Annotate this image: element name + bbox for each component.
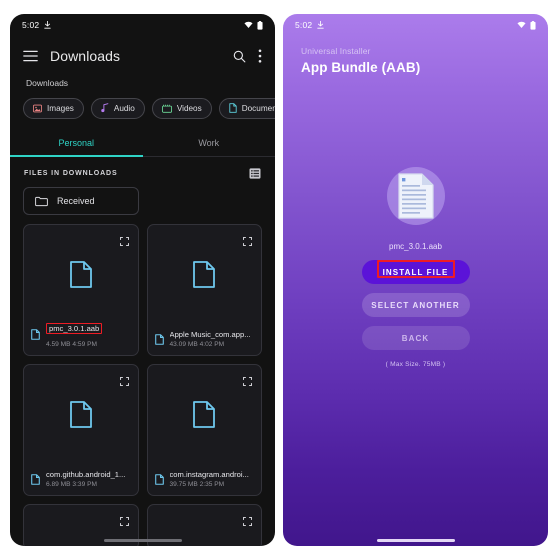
battery-icon: [530, 20, 536, 30]
file-name: com.github.android_1...: [46, 470, 126, 479]
folder-label: Received: [57, 196, 95, 206]
file-size: 39.75 MB: [169, 481, 198, 488]
installer-subtitle: Universal Installer: [301, 46, 371, 56]
file-meta: 39.75 MB 2:35 PM: [170, 481, 256, 488]
tab-personal[interactable]: Personal: [10, 131, 143, 156]
left-status-bar: 5:02: [10, 14, 275, 36]
installer-header: Universal Installer App Bundle (AAB): [283, 36, 548, 75]
tab-bar[interactable]: Personal Work: [10, 131, 275, 157]
file-thumbnail: [24, 225, 138, 323]
file-card[interactable]: com.github.android_1... 6.89 MB 3:39 PM: [23, 364, 139, 496]
page-title: Downloads: [50, 48, 121, 64]
chip-label: Audio: [113, 103, 135, 113]
gesture-bar[interactable]: [103, 539, 182, 542]
battery-icon: [257, 20, 263, 30]
chip-label: Images: [47, 103, 74, 113]
file-card[interactable]: com.instagram.androi... 39.75 MB 2:35 PM: [146, 364, 262, 496]
file-meta: 43.09 MB 4:02 PM: [170, 341, 256, 348]
file-thumbnail: [148, 225, 262, 323]
file-size: 4.59 MB: [46, 341, 71, 348]
left-phone-screen: 5:02 Downloads Downloads Images Audio Vi…: [10, 14, 275, 546]
file-card[interactable]: Apple Music_com.app... 43.09 MB 4:02 PM: [146, 224, 262, 356]
file-card-footer: com.instagram.androi... 39.75 MB 2:35 PM: [154, 470, 256, 488]
file-type-icon: [31, 473, 40, 485]
max-size-note: ( Max Size. 75MB ): [385, 361, 446, 368]
file-name: com.instagram.androi...: [169, 470, 249, 479]
file-meta: 4.59 MB 4:59 PM: [46, 341, 132, 348]
installer-body: pmc_3.0.1.aab INSTALL FILE SELECT ANOTHE…: [283, 164, 548, 368]
music-note-icon: [101, 103, 109, 113]
files-section-header: FILES IN DOWNLOADS: [10, 157, 275, 187]
right-phone-screen: 5:02 Universal Installer App Bundle (AAB…: [283, 14, 548, 546]
filter-chip-row[interactable]: Images Audio Videos Documents: [10, 96, 275, 120]
wifi-icon: [244, 21, 253, 29]
file-card[interactable]: pmc_3.0.1.aab 4.59 MB 4:59 PM: [23, 224, 139, 356]
file-card-footer: pmc_3.0.1.aab 4.59 MB 4:59 PM: [31, 321, 132, 348]
status-time: 5:02: [295, 20, 313, 30]
aab-document-icon: [384, 164, 448, 228]
file-time: 4:02 PM: [199, 341, 225, 348]
tab-active-indicator: [10, 155, 143, 157]
install-file-button[interactable]: INSTALL FILE: [361, 260, 470, 284]
file-type-icon: [154, 473, 164, 485]
file-time: 3:39 PM: [72, 481, 97, 488]
back-button[interactable]: BACK: [361, 326, 470, 350]
file-type-icon: [31, 329, 40, 340]
file-size: 43.09 MB: [169, 341, 198, 348]
select-handle-icon[interactable]: [119, 513, 129, 531]
file-type-icon: [154, 333, 164, 345]
selected-filename: pmc_3.0.1.aab: [389, 242, 442, 251]
wifi-icon: [517, 21, 526, 29]
filter-chip-documents[interactable]: Documents: [218, 97, 275, 119]
chip-label: Documents: [241, 103, 275, 113]
list-view-icon[interactable]: [249, 168, 261, 179]
file-time: 2:35 PM: [199, 481, 225, 488]
app-bar: Downloads: [10, 36, 275, 76]
file-meta: 6.89 MB 3:39 PM: [46, 481, 132, 488]
folder-icon: [35, 196, 48, 207]
filter-chip-videos[interactable]: Videos: [151, 97, 212, 119]
overflow-menu-icon[interactable]: [258, 49, 262, 63]
files-section-label: FILES IN DOWNLOADS: [24, 170, 118, 177]
filter-chip-images[interactable]: Images: [23, 97, 84, 119]
gesture-bar[interactable]: [376, 539, 455, 542]
search-icon[interactable]: [233, 50, 246, 63]
file-card-footer: Apple Music_com.app... 43.09 MB 4:02 PM: [154, 330, 256, 348]
filter-chip-audio[interactable]: Audio: [90, 97, 145, 119]
screenshot-stage: 5:02 Downloads Downloads Images Audio Vi…: [0, 0, 560, 560]
download-icon: [317, 20, 325, 29]
file-size: 6.89 MB: [46, 481, 71, 488]
document-icon: [229, 103, 237, 113]
install-button-wrap: INSTALL FILE: [361, 251, 470, 284]
hamburger-menu-icon[interactable]: [23, 50, 38, 62]
download-icon: [44, 20, 52, 29]
breadcrumb: Downloads: [26, 78, 69, 88]
file-time: 4:59 PM: [72, 341, 97, 348]
file-card-footer: com.github.android_1... 6.89 MB 3:39 PM: [31, 470, 132, 488]
right-status-bar: 5:02: [283, 14, 548, 36]
file-thumbnail: [24, 365, 138, 463]
select-handle-icon[interactable]: [242, 513, 253, 531]
file-name: Apple Music_com.app...: [169, 330, 251, 339]
image-icon: [33, 104, 42, 113]
status-time: 5:02: [22, 20, 40, 30]
select-another-button[interactable]: SELECT ANOTHER: [361, 293, 470, 317]
chip-label: Videos: [176, 103, 202, 113]
files-grid: pmc_3.0.1.aab 4.59 MB 4:59 PM Apple Musi…: [10, 224, 275, 546]
folder-row-received[interactable]: Received: [23, 187, 139, 215]
tab-work[interactable]: Work: [143, 131, 276, 156]
file-name: pmc_3.0.1.aab: [46, 323, 103, 334]
video-icon: [161, 104, 172, 113]
installer-title: App Bundle (AAB): [301, 60, 421, 75]
file-thumbnail: [148, 365, 262, 463]
